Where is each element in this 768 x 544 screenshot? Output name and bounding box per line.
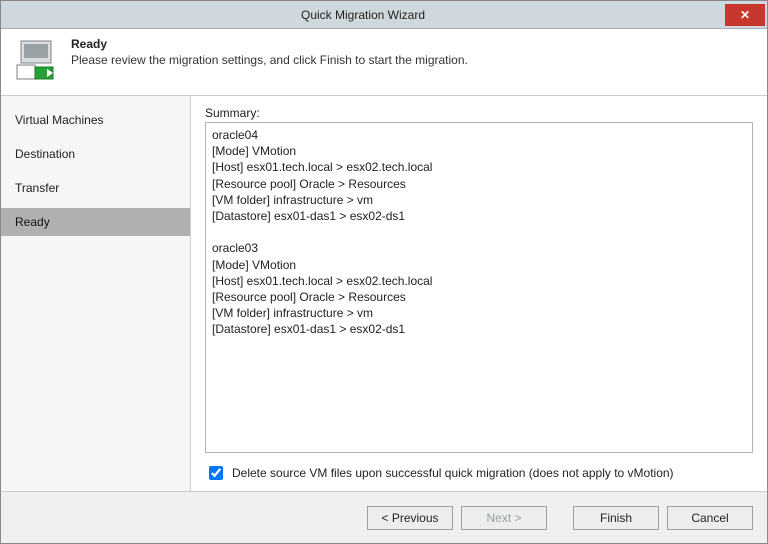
step-ready[interactable]: Ready	[1, 208, 190, 236]
page-subtitle: Please review the migration settings, an…	[71, 53, 468, 67]
step-transfer[interactable]: Transfer	[1, 174, 190, 202]
summary-textarea[interactable]: oracle04 [Mode] VMotion [Host] esx01.tec…	[205, 122, 753, 453]
summary-label: Summary:	[205, 106, 753, 120]
wizard-steps-sidebar: Virtual Machines Destination Transfer Re…	[1, 96, 191, 491]
next-button: Next >	[461, 506, 547, 530]
page-title: Ready	[71, 37, 468, 51]
wizard-header: Ready Please review the migration settin…	[1, 29, 767, 96]
step-destination[interactable]: Destination	[1, 140, 190, 168]
delete-source-checkbox-row[interactable]: Delete source VM files upon successful q…	[205, 463, 753, 483]
previous-button[interactable]: < Previous	[367, 506, 453, 530]
window-title: Quick Migration Wizard	[1, 8, 725, 22]
delete-source-checkbox[interactable]	[209, 466, 223, 480]
wizard-icon	[13, 37, 61, 85]
wizard-body: Virtual Machines Destination Transfer Re…	[1, 96, 767, 491]
titlebar: Quick Migration Wizard ✕	[1, 1, 767, 29]
finish-button[interactable]: Finish	[573, 506, 659, 530]
step-virtual-machines[interactable]: Virtual Machines	[1, 106, 190, 134]
delete-source-checkbox-label: Delete source VM files upon successful q…	[232, 466, 674, 480]
wizard-window: Quick Migration Wizard ✕ Ready Please re…	[0, 0, 768, 544]
close-button[interactable]: ✕	[725, 4, 765, 26]
wizard-header-text: Ready Please review the migration settin…	[71, 37, 468, 67]
wizard-footer: < Previous Next > Finish Cancel	[1, 491, 767, 543]
close-icon: ✕	[740, 8, 750, 22]
cancel-button[interactable]: Cancel	[667, 506, 753, 530]
wizard-content: Summary: oracle04 [Mode] VMotion [Host] …	[191, 96, 767, 491]
